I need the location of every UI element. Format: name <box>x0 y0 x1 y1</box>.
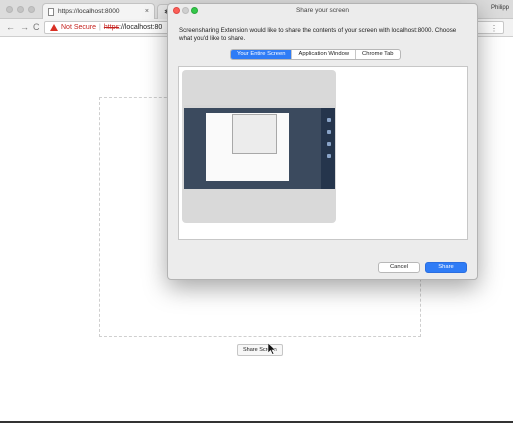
address-separator: | <box>99 24 101 31</box>
address-host: ://localhost:80 <box>119 24 163 31</box>
forward-arrow-icon[interactable]: → <box>20 22 29 32</box>
warning-icon <box>50 24 58 31</box>
tab-application-window[interactable]: Application Window <box>292 50 357 59</box>
page-favicon-icon <box>48 7 54 16</box>
cancel-button[interactable]: Cancel <box>378 262 420 273</box>
share-button[interactable]: Share <box>425 262 467 273</box>
tab-entire-screen[interactable]: Your Entire Screen <box>231 50 293 59</box>
window-zoom-dot[interactable] <box>28 6 35 13</box>
tab-close-icon[interactable]: × <box>145 8 149 15</box>
screen-thumbnail[interactable] <box>182 70 336 223</box>
address-scheme: https <box>103 24 120 31</box>
tab-chrome-tab[interactable]: Chrome Tab <box>356 50 399 59</box>
source-list-panel <box>178 66 468 240</box>
menu-icon[interactable]: ⋮ <box>490 24 498 33</box>
profile-button[interactable]: Philipp <box>491 5 509 11</box>
dialog-title: Share your screen <box>295 7 350 14</box>
back-arrow-icon[interactable]: ← <box>6 22 15 32</box>
share-source-tabs: Your Entire Screen Application Window Ch… <box>230 49 401 60</box>
browser-tab[interactable]: https://localhost:8000 × <box>42 3 155 19</box>
window-close-dot[interactable] <box>6 6 13 13</box>
browser-tab-title: https://localhost:8000 <box>58 8 120 15</box>
share-screen-dialog: Share your screen Screensharing Extensio… <box>167 3 478 280</box>
not-secure-label: Not Secure <box>61 24 97 31</box>
screen-preview-image <box>184 105 335 189</box>
reload-icon[interactable]: C <box>33 22 40 32</box>
window-minimize-dot[interactable] <box>17 6 24 13</box>
dialog-message: Screensharing Extension would like to sh… <box>179 27 457 42</box>
mouse-cursor-icon <box>268 343 276 355</box>
